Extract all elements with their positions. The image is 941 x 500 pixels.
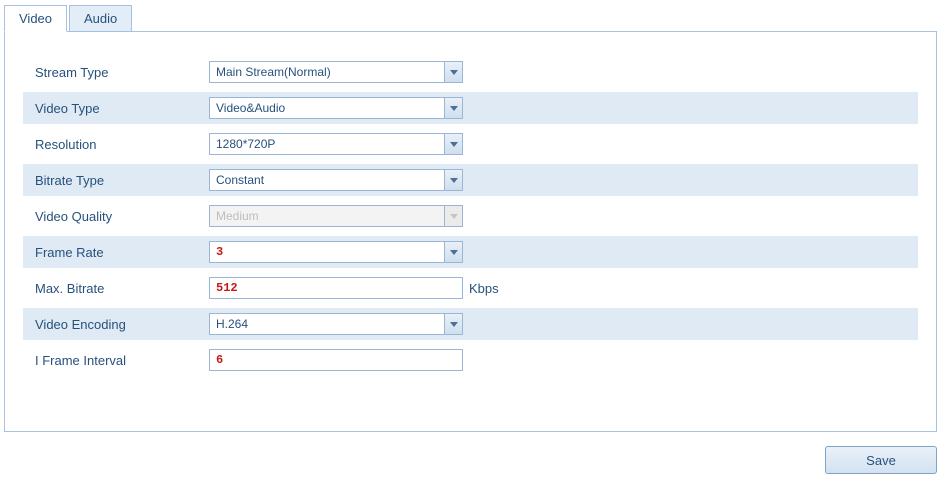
select-bitrate-type[interactable]: Constant	[209, 169, 463, 191]
select-stream-type-value: Main Stream(Normal)	[210, 65, 444, 79]
chevron-down-icon	[444, 170, 462, 190]
select-video-encoding[interactable]: H.264	[209, 313, 463, 335]
label-resolution: Resolution	[23, 137, 209, 152]
row-frame-rate: Frame Rate 3	[23, 236, 918, 268]
input-iframe-interval-wrap	[209, 349, 463, 371]
row-bitrate-type: Bitrate Type Constant	[23, 164, 918, 196]
label-video-quality: Video Quality	[23, 209, 209, 224]
chevron-down-icon	[444, 314, 462, 334]
select-resolution[interactable]: 1280*720P	[209, 133, 463, 155]
chevron-down-icon	[444, 134, 462, 154]
chevron-down-icon	[444, 242, 462, 262]
select-video-quality-value: Medium	[210, 209, 444, 223]
select-video-quality: Medium	[209, 205, 463, 227]
tab-audio[interactable]: Audio	[69, 5, 132, 32]
settings-container: Video Audio Stream Type Main Stream(Norm…	[4, 4, 937, 474]
row-iframe-interval: I Frame Interval	[23, 344, 918, 376]
select-video-encoding-value: H.264	[210, 317, 444, 331]
chevron-down-icon	[444, 206, 462, 226]
tab-video[interactable]: Video	[4, 5, 67, 32]
label-video-type: Video Type	[23, 101, 209, 116]
unit-kbps: Kbps	[469, 281, 499, 296]
chevron-down-icon	[444, 98, 462, 118]
chevron-down-icon	[444, 62, 462, 82]
select-frame-rate-value: 3	[210, 245, 444, 259]
input-iframe-interval[interactable]	[210, 350, 462, 370]
input-max-bitrate-wrap	[209, 277, 463, 299]
label-stream-type: Stream Type	[23, 65, 209, 80]
row-video-type: Video Type Video&Audio	[23, 92, 918, 124]
save-button[interactable]: Save	[825, 446, 937, 474]
select-frame-rate[interactable]: 3	[209, 241, 463, 263]
select-bitrate-type-value: Constant	[210, 173, 444, 187]
select-video-type-value: Video&Audio	[210, 101, 444, 115]
label-frame-rate: Frame Rate	[23, 245, 209, 260]
footer: Save	[4, 432, 937, 474]
row-video-encoding: Video Encoding H.264	[23, 308, 918, 340]
tab-bar: Video Audio	[4, 4, 937, 32]
row-stream-type: Stream Type Main Stream(Normal)	[23, 56, 918, 88]
video-panel: Stream Type Main Stream(Normal) Video Ty…	[4, 32, 937, 432]
row-resolution: Resolution 1280*720P	[23, 128, 918, 160]
row-video-quality: Video Quality Medium	[23, 200, 918, 232]
label-video-encoding: Video Encoding	[23, 317, 209, 332]
select-stream-type[interactable]: Main Stream(Normal)	[209, 61, 463, 83]
label-max-bitrate: Max. Bitrate	[23, 281, 209, 296]
label-bitrate-type: Bitrate Type	[23, 173, 209, 188]
label-iframe-interval: I Frame Interval	[23, 353, 209, 368]
select-resolution-value: 1280*720P	[210, 137, 444, 151]
select-video-type[interactable]: Video&Audio	[209, 97, 463, 119]
input-max-bitrate[interactable]	[210, 278, 462, 298]
row-max-bitrate: Max. Bitrate Kbps	[23, 272, 918, 304]
